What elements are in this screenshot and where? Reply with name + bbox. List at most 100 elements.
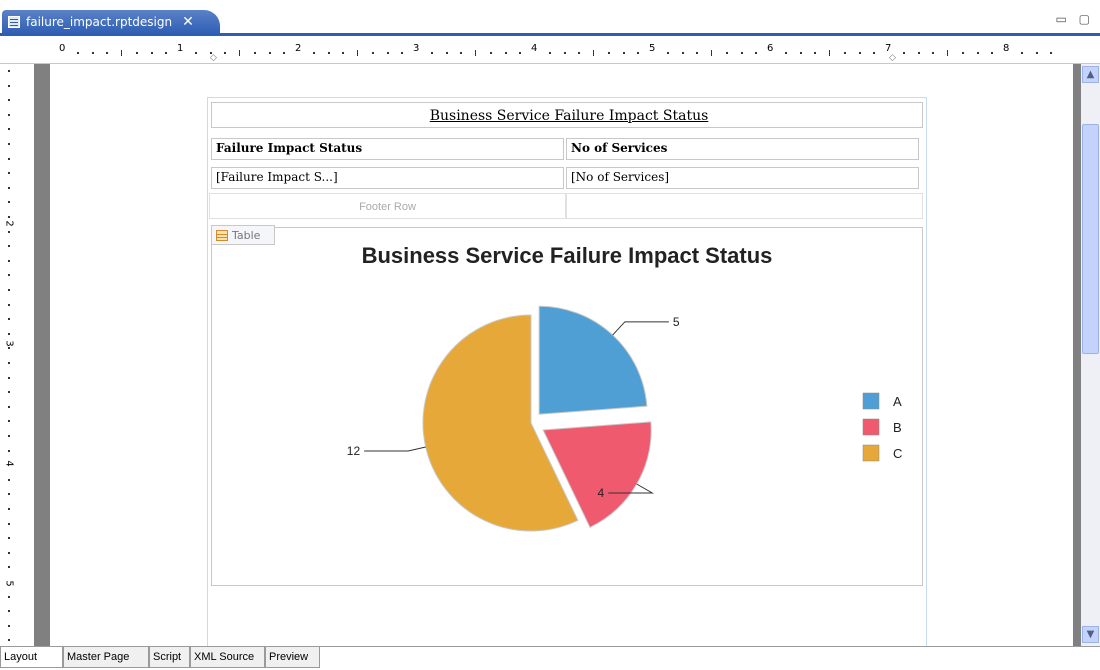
- ruler-tick: [593, 50, 594, 56]
- footer-row-cell[interactable]: Footer Row: [209, 193, 566, 219]
- ruler-tick: [578, 52, 581, 54]
- pie-slice-A: [538, 305, 648, 415]
- ruler-tick: [150, 52, 153, 54]
- ruler-tick: [8, 420, 10, 423]
- ruler-tick: [961, 52, 964, 54]
- ruler-tick: [504, 52, 507, 54]
- ruler-tick: [873, 52, 876, 54]
- report-title: Business Service Failure Impact Status: [429, 108, 709, 124]
- ruler-tick: [239, 50, 240, 56]
- tab-layout[interactable]: Layout: [0, 647, 63, 668]
- ruler-tick: [8, 405, 10, 408]
- ruler-number-6: 6: [767, 43, 774, 54]
- ruler-number-5: 5: [649, 43, 656, 54]
- ruler-tick: [8, 639, 10, 642]
- ruler-tick: [475, 50, 476, 56]
- ruler-tick: [947, 50, 948, 56]
- window-controls[interactable]: ▭ ▢: [1056, 12, 1095, 26]
- ruler-tick: [135, 52, 138, 54]
- ruler-tick: [8, 508, 10, 510]
- editor-tab-failure-impact[interactable]: failure_impact.rptdesign ✕: [2, 10, 220, 34]
- ruler-tick: [622, 52, 625, 54]
- ruler-tick: [253, 52, 256, 54]
- detail-field-no-of-services: [No of Services]: [571, 170, 670, 184]
- legend-swatch-B: [862, 418, 880, 436]
- ruler-tick: [8, 303, 10, 306]
- ruler-tick: [8, 595, 10, 598]
- ruler-tick: [8, 537, 10, 540]
- ruler-tick: [858, 52, 861, 54]
- margin-marker-icon[interactable]: ◇: [889, 53, 896, 63]
- ruler-tick: [8, 493, 10, 496]
- ruler-tick: [1035, 52, 1038, 54]
- ruler-tick: [519, 52, 522, 54]
- detail-cell-failure-impact[interactable]: [Failure Impact S...]: [211, 167, 564, 189]
- ruler-tick: [799, 52, 802, 54]
- ruler-tick: [8, 610, 10, 613]
- ruler-tick: [460, 52, 463, 54]
- header-cell-no-of-services[interactable]: No of Services: [566, 138, 919, 160]
- tab-preview[interactable]: Preview: [265, 647, 320, 668]
- legend-label-B: B: [893, 420, 902, 435]
- ruler-tick: [8, 551, 10, 554]
- ruler-tick: [401, 52, 404, 54]
- ruler-tick: [8, 113, 10, 116]
- ruler-number-2: 2: [3, 220, 15, 227]
- horizontal-ruler: 0 1 2 3 4 5 6 7 8 ◇ ◇: [0, 36, 1100, 64]
- ruler-tick: [8, 289, 10, 291]
- ruler-tick: [8, 347, 10, 350]
- leader-line-A: [612, 321, 669, 336]
- ruler-number-4: 4: [3, 460, 15, 467]
- ruler-tick: [917, 52, 920, 54]
- legend-swatch-C: [862, 444, 880, 462]
- horizontal-ruler-scale: 0 1 2 3 4 5 6 7 8 ◇ ◇: [34, 40, 1074, 63]
- ruler-number-2: 2: [295, 43, 302, 54]
- ruler-tick: [548, 52, 551, 54]
- ruler-tick: [8, 449, 10, 452]
- report-title-cell[interactable]: Business Service Failure Impact Status: [211, 102, 923, 128]
- ruler-tick: [8, 245, 10, 248]
- footer-row-cell-2[interactable]: [566, 193, 923, 219]
- scroll-thumb[interactable]: [1082, 124, 1099, 354]
- ruler-tick: [666, 52, 669, 54]
- ruler-tick: [76, 52, 79, 54]
- ruler-tick: [224, 52, 227, 54]
- ruler-tick: [106, 52, 109, 54]
- ruler-tick: [283, 52, 286, 54]
- ruler-tick: [357, 50, 358, 56]
- ruler-tick: [8, 99, 10, 102]
- pie-chart: Business Service Failure Impact Status 5 4…: [347, 243, 902, 532]
- ruler-tick: [814, 52, 817, 54]
- ruler-tick: [8, 128, 10, 131]
- ruler-tick: [8, 332, 10, 335]
- ruler-number-3: 3: [413, 43, 420, 54]
- ruler-number-8: 8: [1003, 43, 1010, 54]
- header-label-no-of-services: No of Services: [571, 141, 668, 155]
- margin-marker-icon[interactable]: ◇: [210, 53, 217, 63]
- legend-swatch-A: [862, 392, 880, 410]
- ruler-tick: [194, 52, 197, 54]
- data-label-C: 12: [347, 444, 361, 458]
- tab-xml-source[interactable]: XML Source: [190, 647, 265, 668]
- close-icon[interactable]: ✕: [182, 14, 194, 30]
- ruler-tick: [8, 84, 10, 87]
- vertical-ruler: 2 3 4 5: [0, 64, 35, 646]
- scroll-up-arrow-icon[interactable]: ▲: [1082, 66, 1099, 83]
- ruler-tick: [8, 70, 10, 72]
- header-label-failure-impact: Failure Impact Status: [216, 141, 363, 155]
- detail-cell-no-of-services[interactable]: [No of Services]: [566, 167, 919, 189]
- ruler-tick: [489, 52, 492, 54]
- ruler-tick: [430, 52, 433, 54]
- ruler-tick: [563, 52, 566, 54]
- scroll-down-arrow-icon[interactable]: ▼: [1082, 626, 1099, 643]
- vertical-scrollbar[interactable]: ▲ ▼: [1081, 64, 1100, 646]
- table-element-tag[interactable]: Table: [211, 225, 275, 245]
- top-strip: [0, 0, 1100, 8]
- ruler-tick: [902, 52, 905, 54]
- ruler-tick: [740, 52, 743, 54]
- header-cell-failure-impact[interactable]: Failure Impact Status: [211, 138, 564, 160]
- tab-script[interactable]: Script: [149, 647, 190, 668]
- tab-master-page[interactable]: Master Page: [63, 647, 149, 668]
- ruler-tick: [843, 52, 846, 54]
- ruler-tick: [8, 391, 10, 394]
